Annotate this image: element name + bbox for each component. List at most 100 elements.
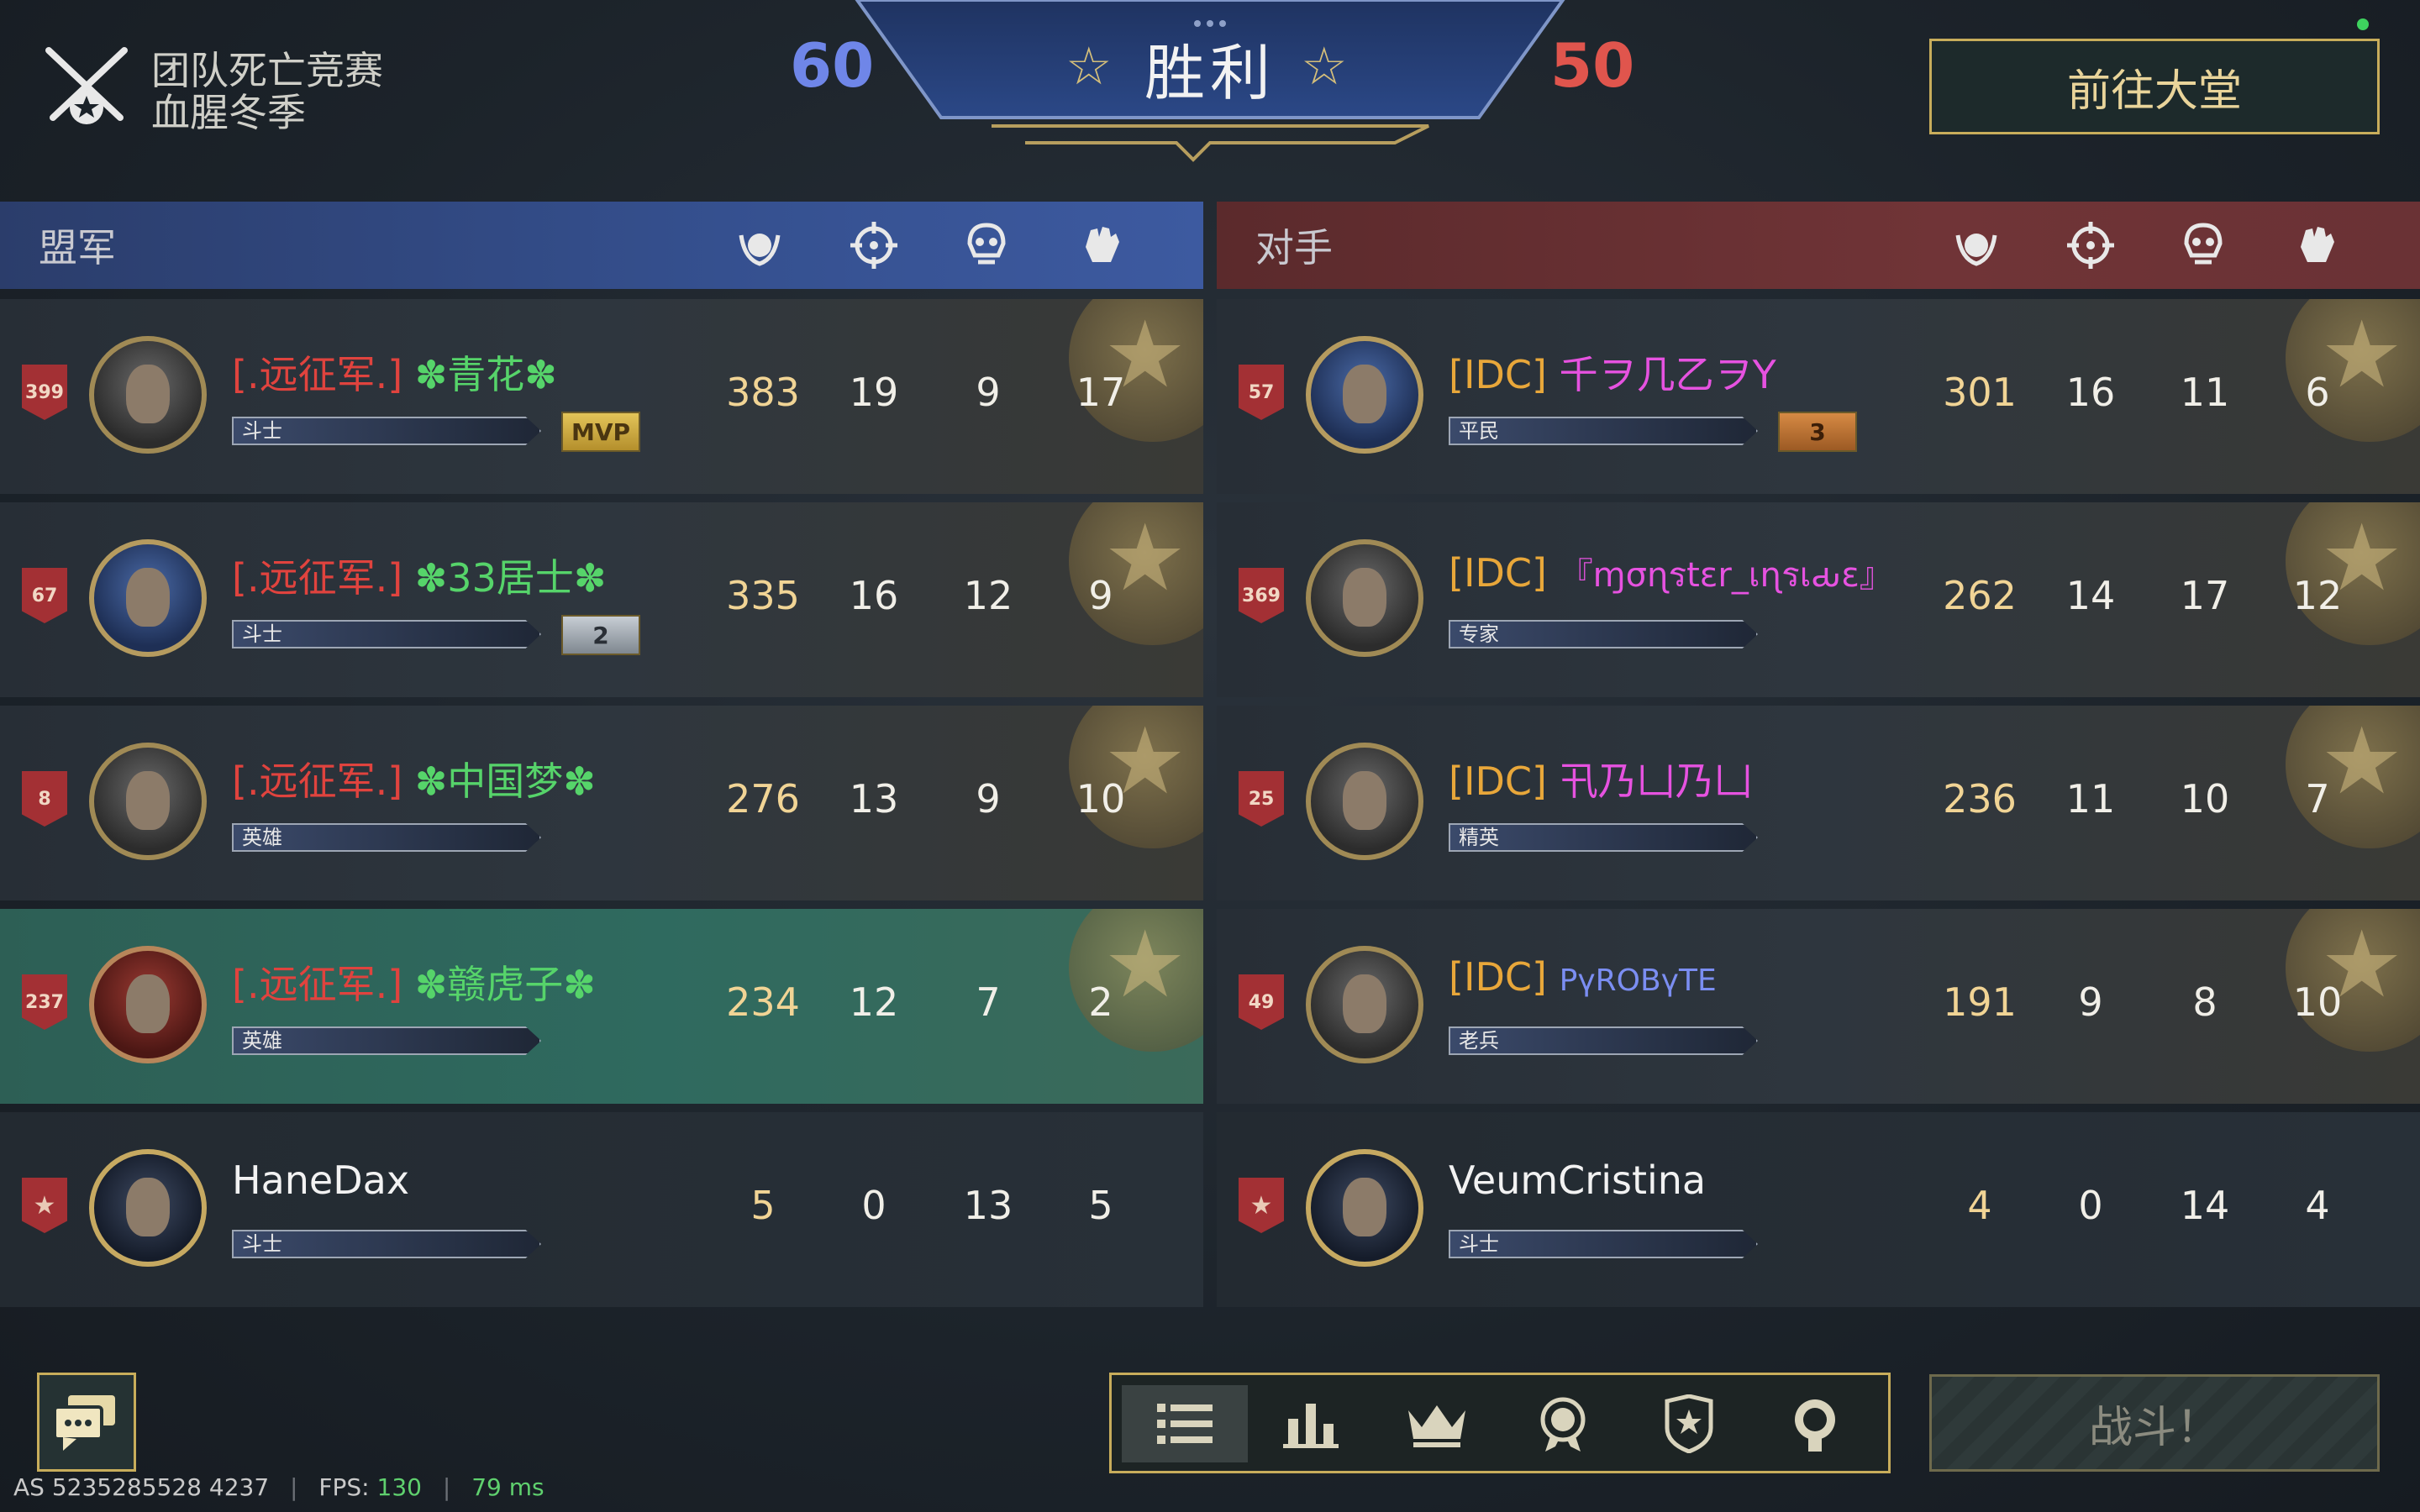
player-kills: 14 [2065, 573, 2116, 618]
ally-team-header: 盟军 [0, 202, 1203, 289]
award-icon [1795, 1399, 1835, 1452]
player-deaths: 13 [963, 1183, 1013, 1228]
clan-tag: [.远征军.] [232, 759, 403, 804]
avatar[interactable] [89, 946, 207, 1063]
fps-label: FPS: [318, 1473, 370, 1501]
enemy-player-row[interactable]: ★ VeumCristina 斗士 4 0 14 4 [1217, 1112, 2420, 1307]
player-assists: 9 [1088, 573, 1113, 618]
player-title-bar: 老兵 [1449, 1026, 1758, 1055]
avatar[interactable] [1306, 336, 1423, 454]
clan-tag: [IDC] [1449, 352, 1547, 397]
ally-player-row[interactable]: ★ 8 [.远征军.] ✽中国梦✽ 英雄 276 13 9 10 [0, 706, 1203, 900]
score-laurel-icon [1955, 234, 1997, 266]
match-result: 胜利 [1144, 38, 1276, 108]
player-name: [.远征军.] ✽赣虎子✽ [232, 954, 596, 1010]
clan-tag: [.远征军.] [232, 962, 403, 1007]
player-kills: 11 [2065, 776, 2116, 822]
avatar[interactable] [1306, 946, 1423, 1063]
enemy-player-row[interactable]: ★ 25 [IDC] 卂乃凵乃凵 精英 236 11 10 7 [1217, 706, 2420, 900]
player-name: [.远征军.] ✽33居士✽ [232, 548, 606, 603]
ping-value: 79 ms [471, 1473, 544, 1501]
clan-tag: [IDC] [1449, 550, 1547, 596]
enemy-player-row[interactable]: ★ 369 [IDC] 『ɱσɳรtɛr_เɳรเԃɛ』 专家 262 14 1… [1217, 502, 2420, 697]
fight-button[interactable]: 战斗！ [1929, 1374, 2380, 1472]
player-rank-badge: ★ [1239, 1178, 1284, 1233]
player-score: 236 [1943, 776, 2017, 822]
player-title-bar: 平民 [1449, 417, 1758, 445]
tab-scoreboard-list[interactable] [1122, 1385, 1248, 1462]
score-laurel-icon [739, 234, 781, 266]
chat-button[interactable] [37, 1373, 136, 1472]
avatar[interactable] [89, 336, 207, 454]
ally-player-row-current-user[interactable]: ★ 237 [.远征军.] ✽赣虎子✽ 英雄 234 12 7 2 [0, 909, 1203, 1104]
enemy-player-row[interactable]: ★ 49 [IDC] PүROBүTE 老兵 191 9 8 10 [1217, 909, 2420, 1104]
player-title-bar: 英雄 [232, 823, 541, 852]
player-title-bar: 斗士 [1449, 1230, 1758, 1258]
chat-icon [53, 1395, 115, 1451]
player-name: [IDC] 『ɱσɳรtɛr_เɳรเԃɛ』 [1449, 548, 1893, 601]
fps-value: 130 [376, 1473, 422, 1501]
victory-star-right-icon: ☆ [1301, 35, 1348, 97]
player-name: VeumCristina [1449, 1158, 1706, 1203]
avatar[interactable] [89, 743, 207, 860]
player-nick: HaneDax [232, 1158, 410, 1203]
avatar[interactable] [1306, 1149, 1423, 1267]
clan-tag: [.远征军.] [232, 555, 403, 601]
player-score: 4 [1967, 1183, 1992, 1228]
crosshair-icon [850, 222, 897, 269]
player-score: 234 [726, 979, 800, 1025]
tab-awards[interactable] [1752, 1385, 1878, 1462]
player-score: 301 [1943, 370, 2017, 415]
game-mode-subtitle: 血腥冬季 [151, 90, 306, 135]
player-name: [.远征军.] ✽中国梦✽ [232, 751, 596, 806]
player-nick: ✽中国梦✽ [414, 759, 596, 804]
third-place-badge: 3 [1778, 412, 1857, 452]
second-place-badge: 2 [561, 615, 640, 655]
server-id: AS 5235285528 4237 [13, 1473, 270, 1501]
fist-icon [1086, 227, 1119, 262]
mvp-badge: MVP [561, 412, 640, 452]
player-assists: 10 [2292, 979, 2343, 1025]
debug-footer: AS 5235285528 4237 | FPS: 130 | 79 ms [13, 1473, 544, 1501]
crossed-guns-icon [45, 47, 128, 124]
player-score: 383 [726, 370, 800, 415]
ally-player-row[interactable]: ★ 399 [.远征军.] ✽青花✽ 斗士 MVP 383 19 9 17 [0, 299, 1203, 494]
clan-tag: [IDC] [1449, 954, 1547, 1000]
player-assists: 4 [2305, 1183, 2330, 1228]
tab-emblems[interactable] [1626, 1385, 1752, 1462]
player-nick: ✽青花✽ [414, 352, 557, 397]
player-rank-badge: 57 [1239, 365, 1284, 420]
tab-rankings[interactable] [1374, 1385, 1500, 1462]
medal-icon [1540, 1397, 1586, 1452]
player-deaths: 12 [963, 573, 1013, 618]
enemy-player-row[interactable]: ★ 57 [IDC] 千ヲ几乙ヲY 平民 3 301 16 11 6 [1217, 299, 2420, 494]
player-nick: ✽赣虎子✽ [414, 962, 596, 1007]
player-kills: 0 [861, 1183, 886, 1228]
bar-chart-icon [1283, 1404, 1339, 1448]
ally-player-row[interactable]: ★ HaneDax 斗士 5 0 13 5 [0, 1112, 1203, 1307]
player-kills: 16 [849, 573, 899, 618]
player-nick: 卂乃凵乃凵 [1559, 759, 1753, 804]
player-deaths: 17 [2180, 573, 2230, 618]
skull-icon [2184, 223, 2223, 265]
player-name: [IDC] 千ヲ几乙ヲY [1449, 344, 1776, 400]
player-name: [IDC] 卂乃凵乃凵 [1449, 751, 1753, 806]
avatar[interactable] [1306, 743, 1423, 860]
player-kills: 19 [849, 370, 899, 415]
player-rank-badge: 49 [1239, 974, 1284, 1030]
avatar[interactable] [89, 1149, 207, 1267]
player-title-bar: 英雄 [232, 1026, 541, 1055]
avatar[interactable] [1306, 539, 1423, 657]
crosshair-icon [2067, 222, 2114, 269]
tab-statistics[interactable] [1248, 1385, 1374, 1462]
skull-icon [967, 223, 1006, 265]
player-deaths: 14 [2180, 1183, 2230, 1228]
player-assists: 5 [1088, 1183, 1113, 1228]
ally-player-row[interactable]: ★ 67 [.远征军.] ✽33居士✽ 斗士 2 335 16 12 9 [0, 502, 1203, 697]
shield-star-icon [1665, 1394, 1713, 1453]
tab-medals[interactable] [1500, 1385, 1626, 1462]
player-kills: 12 [849, 979, 899, 1025]
player-nick: ✽33居士✽ [414, 555, 607, 601]
go-to-lobby-button[interactable]: 前往大堂 [1929, 39, 2380, 134]
avatar[interactable] [89, 539, 207, 657]
